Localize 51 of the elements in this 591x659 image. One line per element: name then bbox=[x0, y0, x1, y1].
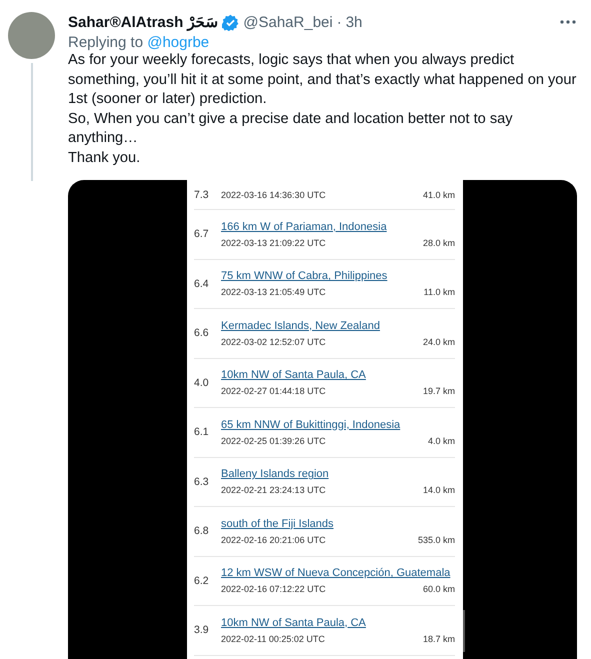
event-time: 2022-02-21 23:24:13 UTC bbox=[221, 485, 326, 496]
event-time: 2022-02-11 00:25:02 UTC bbox=[221, 634, 325, 644]
depth-value: 19.7 km bbox=[422, 386, 455, 396]
event-time: 2022-03-02 12:52:07 UTC bbox=[221, 336, 326, 347]
depth-value: 18.7 km bbox=[422, 634, 455, 644]
depth-value: 60.0 km bbox=[422, 584, 455, 594]
event-time: 2022-02-16 20:21:06 UTC bbox=[221, 534, 326, 545]
magnitude-value: 6.3 bbox=[194, 476, 210, 488]
location-link[interactable]: Kermadec Islands, New Zealand bbox=[221, 320, 455, 332]
magnitude-value: 6.6 bbox=[194, 327, 210, 340]
location-link[interactable]: 75 km WNW of Cabra, Philippines bbox=[221, 270, 455, 282]
event-time: 2022-02-16 07:12:22 UTC bbox=[221, 584, 326, 594]
event-time: 2022-03-13 21:09:22 UTC bbox=[221, 238, 326, 248]
scrollbar[interactable] bbox=[463, 610, 465, 652]
avatar-photo-placeholder[interactable] bbox=[8, 12, 55, 59]
location-link[interactable]: 12 km WSW of Nueva Concepción, Guatemala bbox=[221, 567, 455, 580]
depth-value: 28.0 km bbox=[422, 238, 455, 248]
location-link[interactable]: south of the Fiji Islands bbox=[221, 518, 455, 530]
event-time: 2022-03-13 21:05:49 UTC bbox=[221, 287, 326, 298]
magnitude-value: 6.2 bbox=[194, 574, 210, 587]
magnitude-value: 6.4 bbox=[194, 278, 210, 290]
depth-value: 11.0 km bbox=[424, 287, 455, 298]
display-name[interactable]: Sahar®AlAtrash bbox=[68, 14, 184, 30]
depth-value: 4.0 km bbox=[428, 436, 455, 446]
location-link[interactable]: 10km NW of Santa Paula, CA bbox=[221, 369, 455, 382]
tweet-text: As for your weekly forecasts, logic says that when you always predict something, you’ll hit it at some point, and that’s exactly what happened on your 1st (sooner or later) prediction. bbox=[68, 51, 577, 109]
depth-value: 24.0 km bbox=[422, 336, 455, 347]
magnitude-value: 6.1 bbox=[194, 426, 210, 438]
arabic-name: سَحَرْ bbox=[187, 13, 218, 31]
tweet-time[interactable]: 3h bbox=[346, 14, 362, 30]
user-handle[interactable]: @SahaR_bei bbox=[243, 14, 333, 30]
depth-value: 14.0 km bbox=[422, 485, 455, 496]
depth-value: 41.0 km bbox=[422, 190, 455, 200]
replying-label: Replying to bbox=[68, 34, 144, 51]
tweet-text: So, When you can’t give a precise date and location better not to say anything… bbox=[68, 110, 514, 148]
location-link[interactable]: Balleny Islands region bbox=[221, 468, 455, 480]
tweet-text: Thank you. bbox=[68, 148, 142, 168]
event-time: 2022-02-27 01:44:18 UTC bbox=[221, 386, 326, 396]
event-time: 2022-02-25 01:39:26 UTC bbox=[221, 436, 326, 446]
screenshot-image[interactable] bbox=[68, 180, 577, 659]
depth-value: 535.0 km bbox=[418, 534, 455, 545]
magnitude-value: 3.9 bbox=[194, 624, 210, 636]
location-link[interactable]: 65 km NNW of Bukittinggi, Indonesia bbox=[221, 418, 455, 431]
event-time: 2022-03-16 14:36:30 UTC bbox=[221, 190, 326, 200]
magnitude-value: 7.3 bbox=[194, 188, 210, 200]
magnitude-value: 4.0 bbox=[194, 376, 210, 389]
location-link[interactable]: 10km NW of Santa Paula, CA bbox=[221, 616, 455, 629]
magnitude-value: 6.8 bbox=[194, 525, 210, 538]
magnitude-value: 6.7 bbox=[194, 228, 210, 240]
location-link[interactable]: 166 km W of Pariaman, Indonesia bbox=[221, 220, 455, 233]
separator-dot: · bbox=[336, 14, 342, 30]
